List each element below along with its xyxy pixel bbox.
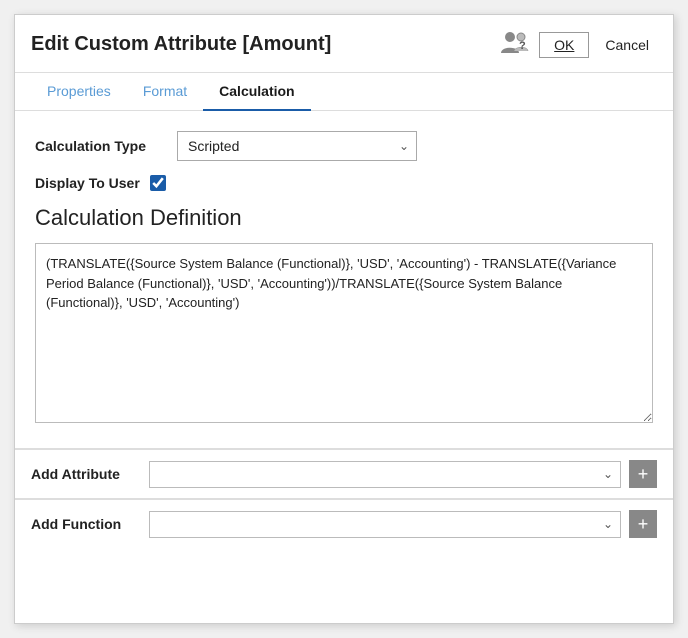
edit-dialog: Edit Custom Attribute [Amount] ? OK Canc… bbox=[14, 14, 674, 624]
tab-properties[interactable]: Properties bbox=[31, 73, 127, 111]
add-attribute-row: Add Attribute ⌄ + bbox=[15, 449, 673, 498]
display-to-user-checkbox[interactable] bbox=[150, 175, 166, 191]
cancel-button[interactable]: Cancel bbox=[597, 33, 657, 57]
add-function-row: Add Function ⌄ + bbox=[15, 499, 673, 548]
add-rows-container: Add Attribute ⌄ + Add Function ⌄ + bbox=[15, 448, 673, 548]
dialog-title: Edit Custom Attribute [Amount] bbox=[31, 33, 331, 56]
user-roles-icon: ? bbox=[499, 29, 529, 57]
add-attribute-label: Add Attribute bbox=[31, 466, 141, 482]
add-attribute-button[interactable]: + bbox=[629, 460, 657, 488]
display-to-user-row: Display To User bbox=[35, 175, 653, 191]
tab-calculation[interactable]: Calculation bbox=[203, 73, 310, 111]
tab-bar: Properties Format Calculation bbox=[15, 73, 673, 111]
add-function-select[interactable] bbox=[149, 511, 621, 538]
display-to-user-label: Display To User bbox=[35, 175, 140, 191]
header-actions: ? OK Cancel bbox=[497, 27, 657, 62]
add-attribute-select-wrapper: ⌄ bbox=[149, 461, 621, 488]
svg-text:?: ? bbox=[519, 40, 526, 52]
calculation-type-select[interactable]: Scripted bbox=[177, 131, 417, 161]
calculation-type-label: Calculation Type bbox=[35, 138, 165, 154]
dialog-header: Edit Custom Attribute [Amount] ? OK Canc… bbox=[15, 15, 673, 73]
add-function-select-wrapper: ⌄ bbox=[149, 511, 621, 538]
calculation-type-select-wrapper: Scripted ⌄ bbox=[177, 131, 417, 161]
user-icon-button[interactable]: ? bbox=[497, 27, 531, 62]
calculation-code-textarea[interactable]: (TRANSLATE({Source System Balance (Funct… bbox=[35, 243, 653, 423]
add-function-label: Add Function bbox=[31, 516, 141, 532]
add-attribute-select[interactable] bbox=[149, 461, 621, 488]
dialog-body: Calculation Type Scripted ⌄ Display To U… bbox=[15, 111, 673, 444]
add-function-button[interactable]: + bbox=[629, 510, 657, 538]
ok-button[interactable]: OK bbox=[539, 32, 589, 58]
calculation-type-row: Calculation Type Scripted ⌄ bbox=[35, 131, 653, 161]
calculation-definition-title: Calculation Definition bbox=[35, 205, 653, 231]
tab-format[interactable]: Format bbox=[127, 73, 203, 111]
